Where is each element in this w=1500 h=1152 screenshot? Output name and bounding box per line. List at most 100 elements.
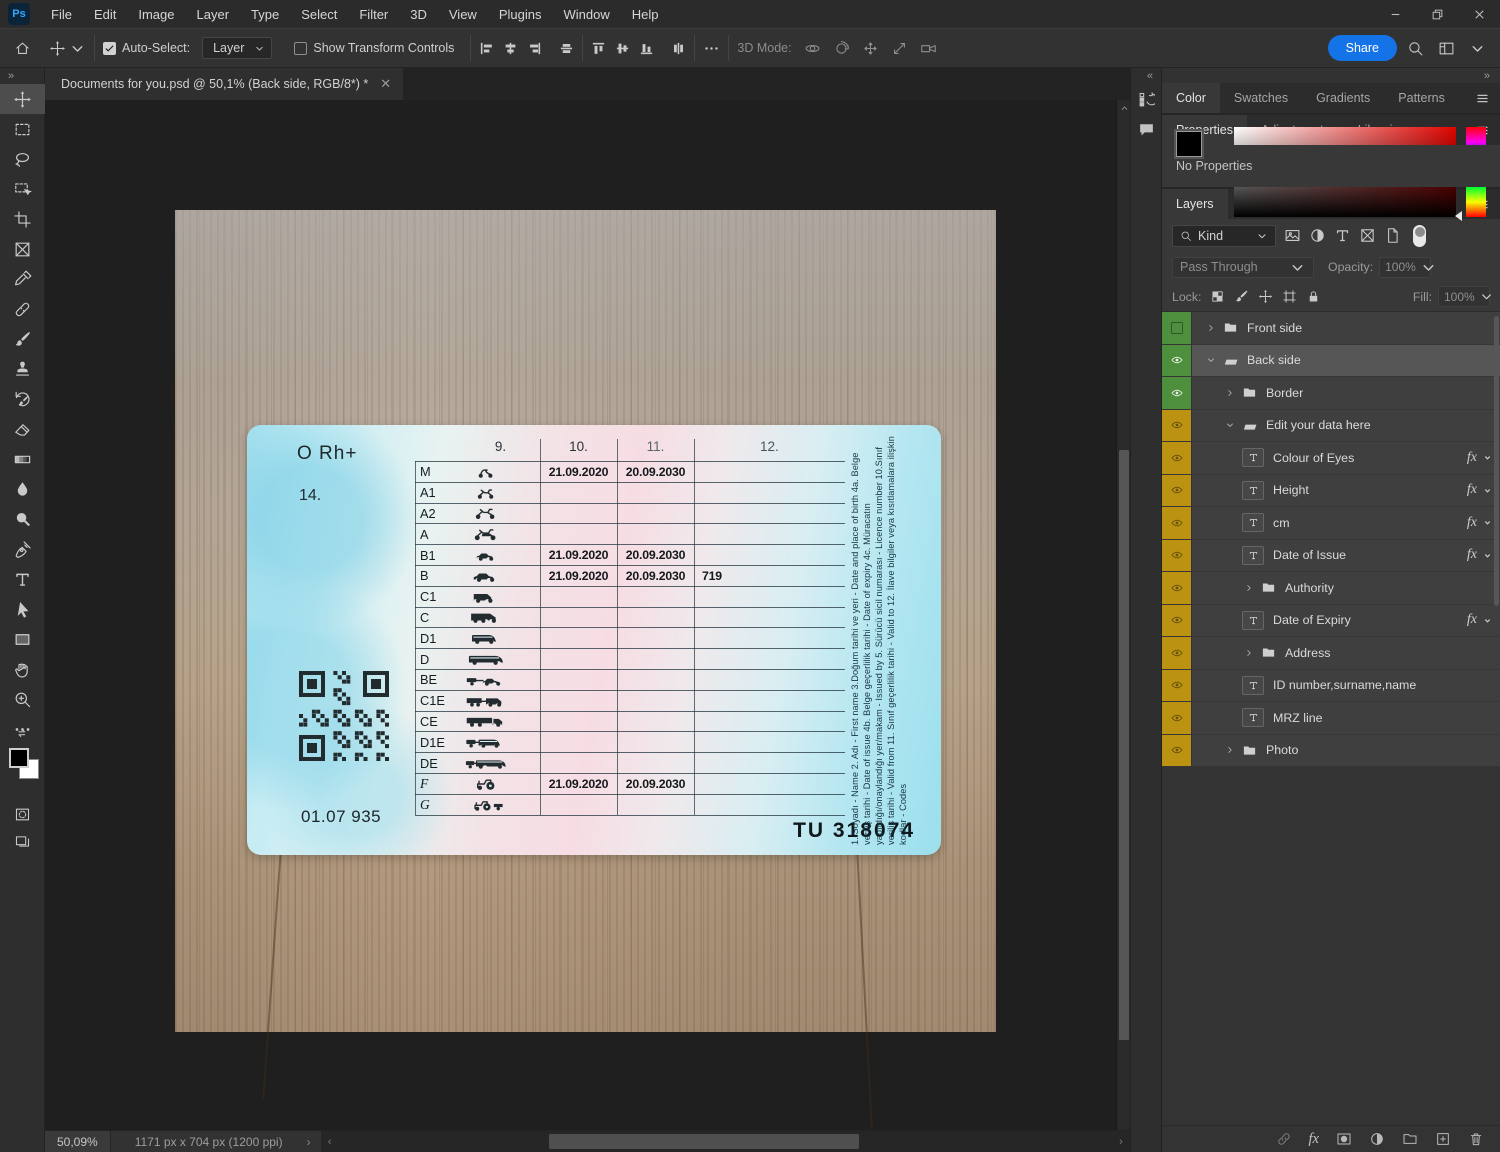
lock-artboard-icon[interactable]	[1282, 289, 1297, 304]
zoom-tool[interactable]	[0, 684, 45, 714]
gradient-tool[interactable]	[0, 444, 45, 474]
add-mask-icon[interactable]	[1336, 1131, 1352, 1147]
layer-row-edit-your-data-here[interactable]: Edit your data here	[1162, 410, 1500, 443]
visibility-toggle[interactable]	[1162, 735, 1192, 767]
link-layers-icon[interactable]	[1276, 1131, 1292, 1147]
restore-button[interactable]	[1416, 0, 1458, 28]
delete-layer-icon[interactable]	[1468, 1131, 1484, 1147]
move-tool-icon[interactable]	[49, 40, 66, 57]
rectangle-tool[interactable]	[0, 624, 45, 654]
layer-row-date-of-issue[interactable]: Date of Issuefx	[1162, 540, 1500, 573]
type-tool[interactable]	[0, 564, 45, 594]
align-middle-icon[interactable]	[615, 41, 630, 56]
layer-row-border[interactable]: Border	[1162, 377, 1500, 410]
panels-collapse[interactable]: »	[1484, 70, 1490, 82]
tab-color-swatches[interactable]: Swatches	[1220, 83, 1302, 113]
menu-layer[interactable]: Layer	[186, 0, 241, 28]
status-chevron-icon[interactable]: ›	[307, 1135, 311, 1149]
hscroll-right-arrow[interactable]: ›	[1112, 1136, 1130, 1148]
layer-filter-toggle[interactable]	[1413, 225, 1426, 247]
3d-pan-icon[interactable]	[862, 40, 879, 57]
expand-icon[interactable]	[1242, 648, 1256, 658]
layer-row-cm[interactable]: cmfx	[1162, 507, 1500, 540]
object-selection-tool[interactable]	[0, 174, 45, 204]
swap-colors-icon[interactable]	[7, 730, 37, 744]
menu-view[interactable]: View	[438, 0, 488, 28]
canvas[interactable]: O Rh+ 14. 9.10.11.12. M21.09.202020.09.2…	[45, 100, 1130, 1130]
chevron-down-icon[interactable]	[1469, 40, 1486, 57]
visibility-toggle[interactable]	[1162, 540, 1192, 572]
new-layer-icon[interactable]	[1435, 1131, 1451, 1147]
blur-tool[interactable]	[0, 474, 45, 504]
align-top-icon[interactable]	[591, 41, 606, 56]
layer-row-photo[interactable]: Photo	[1162, 735, 1500, 768]
fill-input[interactable]: 100%	[1438, 286, 1490, 307]
filter-adjustment-layers-icon[interactable]	[1309, 227, 1326, 244]
layers-scrollbar-thumb[interactable]	[1494, 316, 1499, 606]
brush-tool[interactable]	[0, 324, 45, 354]
foreground-color-swatch[interactable]	[1176, 131, 1202, 157]
healing-brush-tool[interactable]	[0, 294, 45, 324]
auto-select-checkbox[interactable]: Auto-Select:	[103, 41, 190, 55]
vscroll-thumb[interactable]	[1119, 450, 1129, 1040]
visibility-toggle[interactable]	[1162, 507, 1192, 539]
align-center-icon[interactable]	[503, 41, 518, 56]
marquee-tool[interactable]	[0, 114, 45, 144]
visibility-toggle[interactable]	[1162, 345, 1192, 377]
menu-type[interactable]: Type	[240, 0, 290, 28]
eyedropper-tool[interactable]	[0, 264, 45, 294]
eraser-tool[interactable]	[0, 414, 45, 444]
dodge-tool[interactable]	[0, 504, 45, 534]
dock-collapse[interactable]: «	[1147, 68, 1161, 84]
menu-plugins[interactable]: Plugins	[488, 0, 553, 28]
minimize-button[interactable]	[1374, 0, 1416, 28]
collapse-icon[interactable]	[1223, 420, 1237, 430]
3d-slide-icon[interactable]	[891, 40, 908, 57]
workspace-icon[interactable]	[1438, 40, 1455, 57]
layer-style-icon[interactable]: fx	[1309, 1131, 1319, 1148]
frame-tool[interactable]	[0, 234, 45, 264]
layer-row-authority[interactable]: Authority	[1162, 572, 1500, 605]
chevron-down-icon[interactable]	[69, 40, 86, 57]
lasso-tool[interactable]	[0, 144, 45, 174]
align-left-icon[interactable]	[479, 41, 494, 56]
layer-row-address[interactable]: Address	[1162, 637, 1500, 670]
menu-file[interactable]: File	[40, 0, 83, 28]
crop-tool[interactable]	[0, 204, 45, 234]
layer-row-height[interactable]: Heightfx	[1162, 475, 1500, 508]
menu-select[interactable]: Select	[290, 0, 348, 28]
blend-mode-select[interactable]: Pass Through	[1172, 257, 1314, 278]
close-button[interactable]	[1458, 0, 1500, 28]
canvas-vertical-scrollbar[interactable]	[1116, 100, 1130, 1130]
history-brush-tool[interactable]	[0, 384, 45, 414]
3d-camera-icon[interactable]	[920, 40, 937, 57]
tab-color-patterns[interactable]: Patterns	[1384, 83, 1459, 113]
layer-row-back-side[interactable]: Back side	[1162, 345, 1500, 378]
visibility-toggle[interactable]	[1162, 410, 1192, 442]
visibility-toggle[interactable]	[1162, 442, 1192, 474]
lock-pixels-icon[interactable]	[1234, 289, 1249, 304]
distribute-horizontal-icon[interactable]	[559, 41, 574, 56]
panel-menu-icon[interactable]	[1475, 83, 1500, 113]
expand-icon[interactable]	[1223, 388, 1237, 398]
expand-icon[interactable]	[1223, 745, 1237, 755]
menu-image[interactable]: Image	[127, 0, 185, 28]
tab-color-color[interactable]: Color	[1162, 83, 1220, 113]
distribute-vertical-icon[interactable]	[671, 41, 686, 56]
new-adjustment-icon[interactable]	[1369, 1131, 1385, 1147]
document-tab[interactable]: Documents for you.psd @ 50,1% (Back side…	[45, 68, 403, 100]
hscroll-thumb[interactable]	[549, 1134, 859, 1149]
comments-panel-icon[interactable]	[1130, 114, 1162, 144]
menu-filter[interactable]: Filter	[348, 0, 399, 28]
menu-window[interactable]: Window	[552, 0, 620, 28]
new-group-icon[interactable]	[1402, 1131, 1418, 1147]
collapse-icon[interactable]	[1204, 355, 1218, 365]
screen-mode-icon[interactable]	[14, 833, 31, 850]
align-right-icon[interactable]	[527, 41, 542, 56]
hand-tool[interactable]	[0, 654, 45, 684]
foreground-color[interactable]	[9, 748, 29, 768]
visibility-toggle[interactable]	[1162, 670, 1192, 702]
visibility-toggle[interactable]	[1162, 702, 1192, 734]
search-icon[interactable]	[1407, 40, 1424, 57]
more-options-icon[interactable]	[703, 40, 720, 57]
